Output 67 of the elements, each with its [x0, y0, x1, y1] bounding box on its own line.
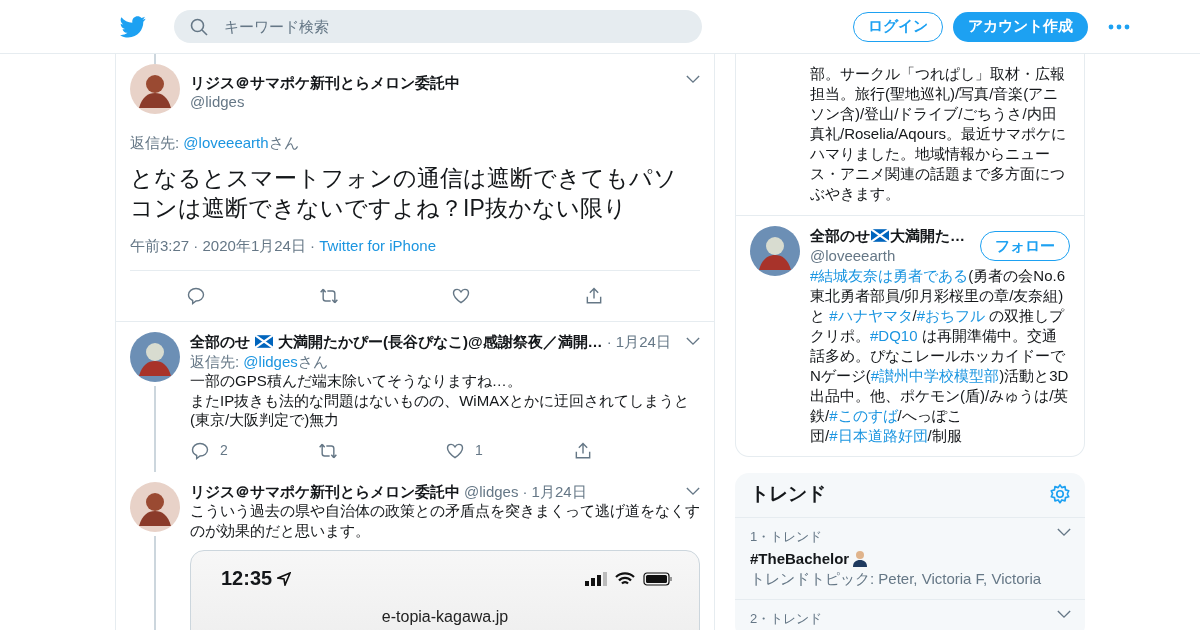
search-field[interactable]: キーワード検索 [174, 10, 702, 43]
trend-name[interactable]: #TheBachelor [750, 550, 850, 567]
mention-link[interactable]: @lidges [243, 352, 298, 370]
status-time: 12:35 [221, 569, 273, 589]
avatar[interactable] [130, 481, 180, 532]
chevron-icon[interactable] [1057, 528, 1071, 537]
user-handle[interactable]: @lidges [464, 481, 519, 501]
user-name[interactable]: リジス＠サマポケ新刊とらメロン委託中 [190, 481, 460, 501]
user-bio: #結城友奈は勇者である(勇者の会No.6東北勇者部員/卯月彩桜里の章/友奈組)と #ハナヤマタ/#おちフル の双推しプクリポ。#DQ10 は再開準備中。交通話多め。ぴなこレールホッカイドーでNゲージ(#讃州中学校模型部)活動と3D出品中。他、ポケモン(盾)/みゅうは/英鉄/#このすば/へっぽこ団/#日本道路好団/制服 [810, 266, 1070, 446]
location-icon [277, 571, 292, 586]
tweet-date[interactable]: · 1月24日 [522, 481, 587, 501]
tweet-timestamp[interactable]: 午前3:27 · 2020年1月24日 · [130, 237, 316, 254]
trend-rank: 1・トレンド [750, 528, 824, 546]
retweet-icon[interactable] [318, 286, 339, 306]
bird-logo[interactable] [120, 15, 146, 38]
hashtag-link[interactable]: #DQ10 [870, 327, 918, 344]
like-count: 1 [475, 440, 483, 460]
user-name[interactable]: 大満開たかぴー(長谷ぴなこ)@感謝祭夜／満開… [278, 332, 603, 352]
tweet-text: またIP抜きも法的な問題はないものの、WiMAXとかに迂回されてしまうと(東京/大阪判定で)無力 [190, 390, 691, 430]
screenshot-image[interactable]: 12:35 e-topia-kagawa.jp [190, 550, 700, 630]
more-icon[interactable] [1108, 23, 1130, 30]
hashtag-link[interactable]: #おちフル [916, 307, 986, 324]
follow-button[interactable]: フォロー [980, 231, 1070, 261]
panel-title: トレンド [750, 482, 826, 506]
trend-topics: トレンドトピック: Peter, Victoria F, Victoria [750, 570, 1043, 589]
hashtag-link[interactable]: #このすば [829, 407, 898, 424]
chevron-icon[interactable] [686, 486, 700, 496]
hashtag-link[interactable]: #日本道路好団 [829, 427, 928, 444]
search-icon [190, 18, 208, 36]
heart-icon[interactable] [451, 286, 472, 306]
mention-link[interactable]: @loveeearth [183, 134, 269, 151]
tweet-text: こういう過去の県や自治体の政策との矛盾点を突きまくって逃げ道をなくすのが効果的だと思います。 [190, 501, 700, 540]
user-name[interactable]: リジス＠サマポケ新刊とらメロン委託中 [190, 74, 460, 91]
reply-icon[interactable] [186, 286, 207, 306]
chevron-icon[interactable] [686, 337, 700, 347]
reply-to-text: 返信先: @lidgesさん [190, 351, 329, 371]
source-link[interactable]: Twitter for iPhone [319, 237, 436, 254]
avatar[interactable] [130, 64, 180, 114]
reply-icon[interactable] [190, 440, 210, 461]
hashtag-link[interactable]: #結城友奈は勇者である [810, 267, 969, 284]
reply-to-text: 返信先: @loveeearthさん [130, 134, 300, 153]
user-handle[interactable]: @loveeearth [810, 246, 972, 266]
chevron-icon[interactable] [1057, 610, 1071, 619]
user-handle[interactable]: @lidges [190, 93, 676, 110]
user-name[interactable]: 全部のせ [190, 332, 250, 352]
tweet-date[interactable]: · 1月24日 [606, 332, 671, 352]
login-button[interactable]: ログイン [853, 11, 943, 42]
user-bio: 部。サークル「つれぱし」取材・広報担当。旅行(聖地巡礼)/写真/音楽(アニソン含)/登山/ドライブ/ごちうさ/内田真礼/Roselia/Aqours。最近サマポケにハマりました。地域情報からニュース・アニメ関連の話題まで多方面につぶやきます。 [736, 54, 1084, 216]
chevron-icon[interactable] [686, 75, 700, 84]
hashtag-link[interactable]: #讃州中学校模型部 [870, 367, 1000, 384]
signal-icon [585, 571, 607, 586]
battery-icon [643, 571, 673, 586]
avatar[interactable] [130, 332, 180, 382]
tweet-text: 一部のGPS積んだ端末除いてそうなりますね…。 [190, 371, 523, 391]
flag-icon [255, 335, 273, 349]
trend-rank: 2・トレンド [750, 610, 824, 628]
user-name[interactable]: 全部のせ [810, 227, 870, 244]
hashtag-link[interactable]: #ハナヤマタ [829, 307, 913, 324]
tweet-text: となるとスマートフォンの通信は遮断できてもパソコンは遮断できないですよね？IP抜かない限り [130, 164, 678, 223]
sign-up-button[interactable]: アカウント作成 [953, 11, 1088, 42]
wifi-icon [615, 571, 635, 586]
reply-count: 2 [220, 440, 228, 460]
settings-icon[interactable] [1049, 483, 1071, 505]
avatar[interactable] [750, 226, 800, 276]
user-name[interactable]: 大満開た… [890, 227, 965, 244]
page-address: e-topia-kagawa.jp [191, 606, 699, 630]
flag-icon [871, 229, 889, 242]
